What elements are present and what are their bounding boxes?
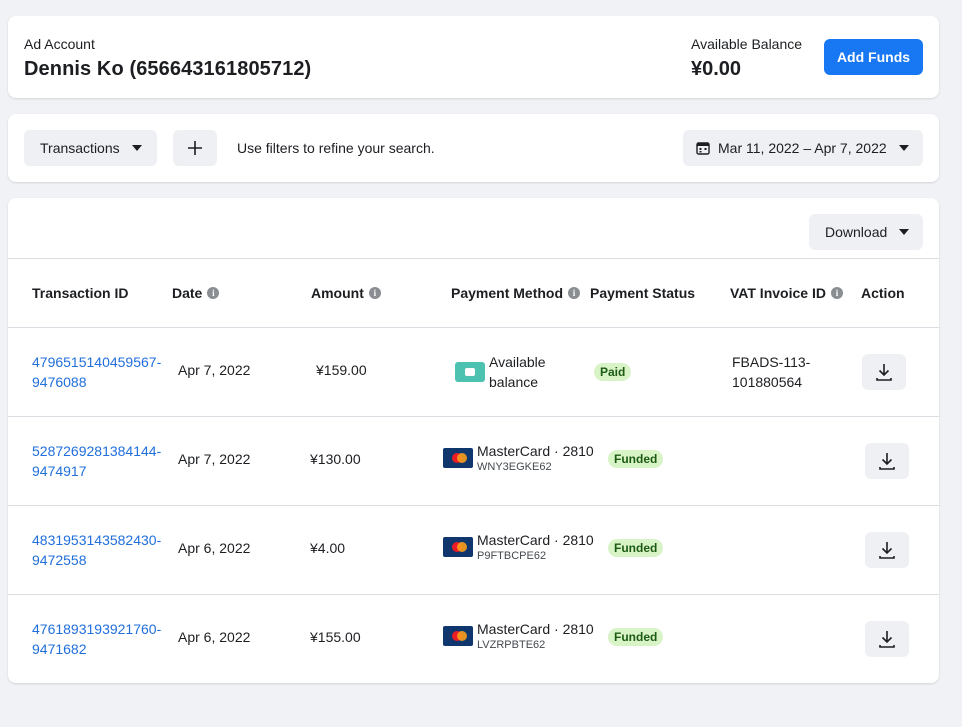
transaction-id-link[interactable]: 4831953143582430- 9472558 xyxy=(32,530,172,570)
date-range-picker[interactable]: Mar 11, 2022 – Apr 7, 2022 xyxy=(683,130,923,166)
vat-invoice-id: FBADS-113- 101880564 xyxy=(732,354,811,390)
table-row: 4761893193921760- 9471682 Apr 6, 2022 ¥15… xyxy=(8,594,939,683)
add-filter-button[interactable] xyxy=(173,130,217,166)
mastercard-icon xyxy=(443,537,473,557)
transactions-table-card: Download Transaction ID Date i Amount i Pa… xyxy=(8,198,939,683)
mastercard-icon xyxy=(443,626,473,646)
download-receipt-button[interactable] xyxy=(865,621,909,657)
divider xyxy=(8,258,939,259)
status-badge: Funded xyxy=(608,450,664,468)
caret-down-icon xyxy=(131,145,142,151)
date-range-label: Mar 11, 2022 – Apr 7, 2022 xyxy=(718,140,887,156)
wallet-icon xyxy=(455,362,485,382)
filter-hint: Use filters to refine your search. xyxy=(237,140,435,156)
add-funds-button[interactable]: Add Funds xyxy=(824,39,923,75)
header-amount: Amount i xyxy=(311,285,381,301)
transaction-id-link[interactable]: 4761893193921760- 9471682 xyxy=(32,619,172,659)
info-icon[interactable]: i xyxy=(568,287,581,299)
table-row: 4796515140459567- 9476088 Apr 7, 2022 ¥15… xyxy=(8,327,939,416)
ad-account-name: Dennis Ko (656643161805712) xyxy=(24,58,312,80)
info-icon[interactable]: i xyxy=(368,287,381,299)
transaction-date: Apr 7, 2022 xyxy=(178,362,251,378)
plus-icon xyxy=(188,141,202,155)
transaction-date: Apr 6, 2022 xyxy=(178,629,251,645)
transaction-date: Apr 6, 2022 xyxy=(178,540,251,556)
download-dropdown[interactable]: Download xyxy=(809,214,923,250)
transaction-amount: ¥159.00 xyxy=(316,362,367,378)
ad-account-card: Ad Account Dennis Ko (656643161805712) A… xyxy=(8,16,939,98)
download-icon xyxy=(879,631,895,648)
ad-account-label: Ad Account xyxy=(24,36,95,52)
status-badge: Funded xyxy=(608,628,664,646)
table-row: 5287269281384144- 9474917 Apr 7, 2022 ¥13… xyxy=(8,416,939,505)
download-icon xyxy=(879,542,895,559)
caret-down-icon xyxy=(899,229,910,235)
transaction-date: Apr 7, 2022 xyxy=(178,451,251,467)
transaction-amount: ¥130.00 xyxy=(310,451,361,467)
info-icon[interactable]: i xyxy=(830,287,843,299)
header-action: Action xyxy=(861,285,905,301)
caret-down-icon xyxy=(898,145,909,151)
header-transaction-id: Transaction ID xyxy=(32,285,129,301)
download-receipt-button[interactable] xyxy=(865,443,909,479)
payment-method: MasterCard · 2810 LVZRPBTE62 xyxy=(443,620,594,652)
payment-method: MasterCard · 2810 P9FTBCPE62 xyxy=(443,531,594,563)
transaction-type-label: Transactions xyxy=(40,140,120,156)
download-receipt-button[interactable] xyxy=(865,532,909,568)
download-receipt-button[interactable] xyxy=(862,354,906,390)
info-icon[interactable]: i xyxy=(207,287,220,299)
payment-method: MasterCard · 2810 WNY3EGKE62 xyxy=(443,442,594,474)
transaction-amount: ¥4.00 xyxy=(310,540,346,556)
transaction-amount: ¥155.00 xyxy=(310,629,361,645)
payment-method: Available balance xyxy=(455,352,546,392)
mastercard-icon xyxy=(443,448,473,468)
status-badge: Paid xyxy=(594,363,632,381)
transaction-id-link[interactable]: 4796515140459567- 9476088 xyxy=(32,352,172,392)
filters-card: Transactions Use filters to refine your … xyxy=(8,114,939,182)
download-icon xyxy=(879,453,895,470)
header-date: Date i xyxy=(172,285,220,301)
table-row: 4831953143582430- 9472558 Apr 6, 2022 ¥4.… xyxy=(8,505,939,594)
download-icon xyxy=(876,364,892,381)
transaction-id-link[interactable]: 5287269281384144- 9474917 xyxy=(32,441,172,481)
available-balance-label: Available Balance xyxy=(691,36,803,52)
header-payment-status: Payment Status xyxy=(590,285,696,301)
transaction-type-dropdown[interactable]: Transactions xyxy=(24,130,157,166)
status-badge: Funded xyxy=(608,539,664,557)
header-payment-method: Payment Method i xyxy=(451,285,581,301)
available-balance-value: ¥0.00 xyxy=(691,58,742,80)
header-vat-invoice-id: VAT Invoice ID i xyxy=(730,285,843,301)
download-label: Download xyxy=(825,224,888,240)
calendar-icon xyxy=(696,142,710,155)
